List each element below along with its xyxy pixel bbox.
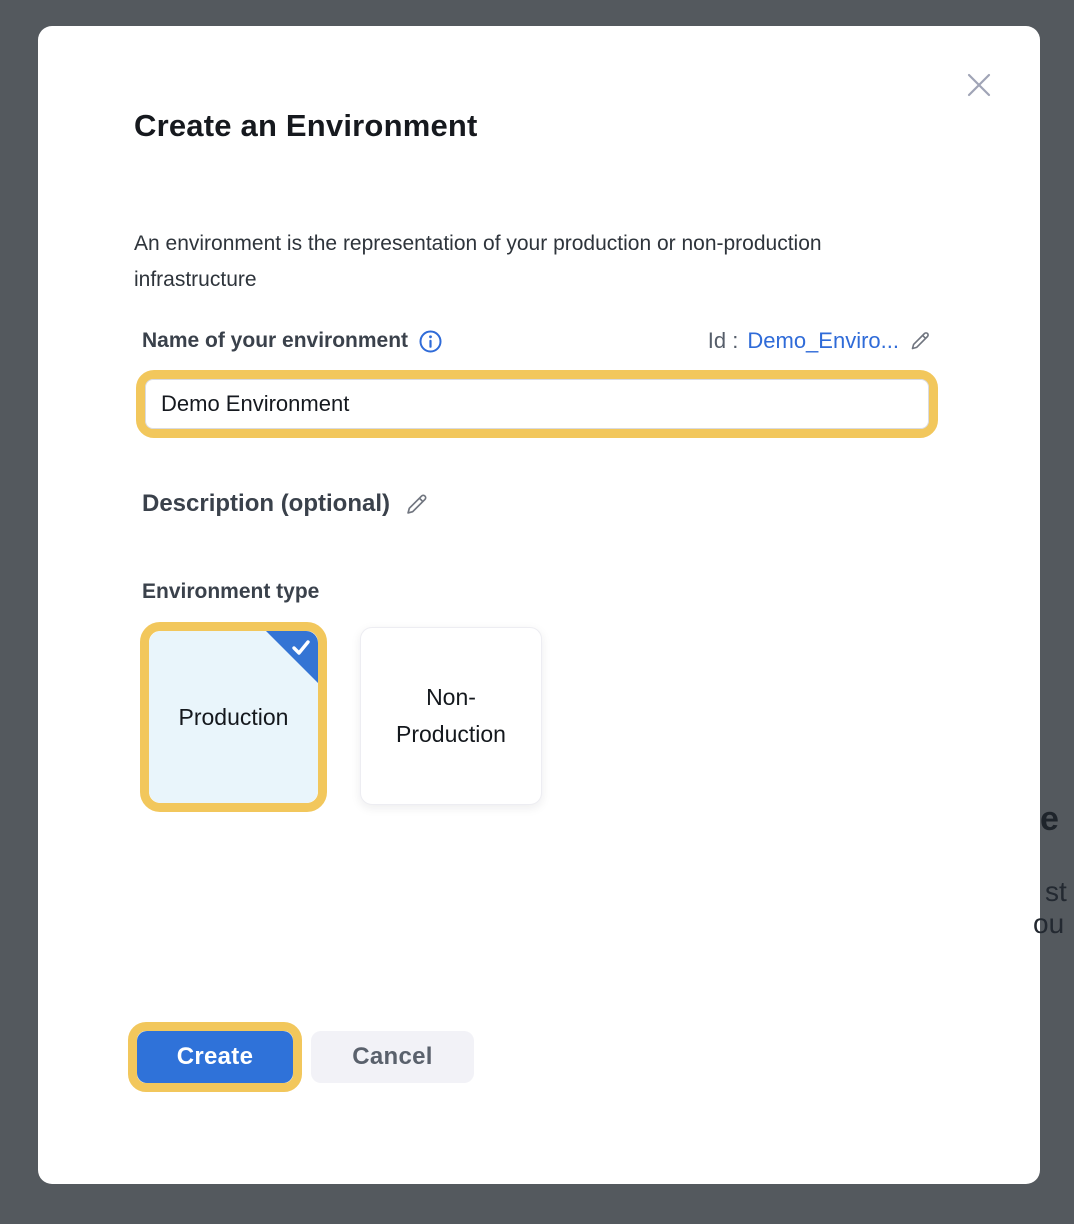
production-card-label: Production (168, 699, 300, 736)
production-card-highlight-ring: Production (140, 622, 327, 812)
name-field-header: Name of your environment Id : Demo_Envir… (142, 328, 932, 354)
clipped-tooltip-heading-fragment: e (1040, 800, 1059, 839)
environment-id-link[interactable]: Demo_Enviro... (747, 328, 899, 354)
create-environment-modal: Create an Environment An environment is … (38, 26, 1040, 1184)
non-production-card-label: Non-Production (385, 679, 517, 753)
clipped-tooltip-text-fragment-1: st (1045, 876, 1067, 908)
name-field-label-wrap: Name of your environment (142, 329, 443, 354)
create-button[interactable]: Create (137, 1031, 293, 1083)
name-input-highlight-ring (136, 370, 938, 438)
cancel-button[interactable]: Cancel (311, 1031, 474, 1083)
screen-overlay: { "colors": { "overlay": "#54595E", "hig… (0, 0, 1074, 1224)
environment-name-input[interactable] (145, 379, 929, 429)
close-button[interactable] (955, 61, 1003, 109)
environment-type-option-non-production[interactable]: Non-Production (360, 627, 542, 805)
close-icon (963, 69, 995, 101)
edit-id-pencil-icon[interactable] (908, 329, 932, 353)
check-icon (289, 636, 313, 660)
environment-id-prefix: Id : (708, 328, 739, 354)
description-field-label: Description (optional) (142, 490, 390, 518)
environment-type-option-production[interactable]: Production (149, 631, 318, 803)
info-icon[interactable] (418, 329, 443, 354)
edit-description-pencil-icon[interactable] (403, 491, 430, 518)
selected-corner-flag (266, 631, 318, 683)
create-button-highlight-ring: Create (128, 1022, 302, 1092)
modal-title: Create an Environment (134, 108, 478, 144)
clipped-tooltip-text-fragment-2: ou (1033, 908, 1064, 940)
modal-intro-text: An environment is the representation of … (134, 226, 849, 298)
environment-type-label: Environment type (142, 580, 319, 604)
description-field-header: Description (optional) (142, 490, 430, 518)
name-field-label: Name of your environment (142, 329, 408, 353)
environment-id-wrap: Id : Demo_Enviro... (708, 328, 932, 354)
